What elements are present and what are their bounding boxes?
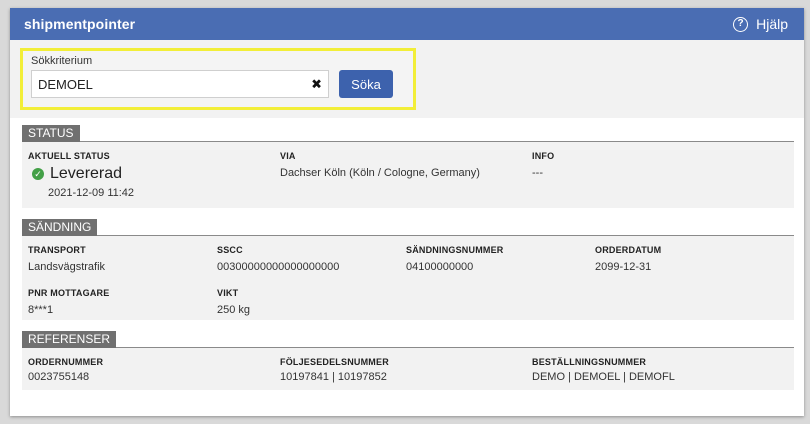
shipment-field: VIKT 250 kg: [217, 288, 406, 317]
references-section: REFERENSER ORDERNUMMER 0023755148 FÖLJES…: [22, 330, 794, 390]
shipment-field-label: VIKT: [217, 287, 239, 298]
current-status-date: 2021-12-09 11:42: [48, 187, 135, 199]
search-button[interactable]: Söka: [339, 70, 393, 98]
status-section-title: STATUS: [22, 125, 80, 142]
brand-logo: shipmentpointer: [24, 16, 136, 32]
search-label: Sökkriterium: [31, 55, 93, 67]
shipment-field-label: ORDERDATUM: [595, 245, 662, 255]
shipment-field-label: PNR MOTTAGARE: [28, 287, 110, 298]
shipment-body: TRANSPORT Landsvägstrafik SSCC 003000000…: [22, 236, 794, 320]
via-field: VIA Dachser Köln (Köln / Cologne, German…: [280, 151, 532, 204]
shipment-field-value: 04100000000: [406, 261, 474, 273]
close-icon[interactable]: ✖: [311, 78, 322, 91]
shipment-field: ORDERDATUM 2099-12-31: [595, 245, 788, 274]
references-section-title: REFERENSER: [22, 331, 117, 348]
shipment-field-value: 250 kg: [217, 303, 251, 316]
reference-field: ORDERNUMMER 0023755148: [28, 357, 280, 386]
current-status-value: Levererad: [50, 165, 123, 182]
reference-field-label: ORDERNUMMER: [28, 357, 104, 367]
check-circle-icon: ✓: [32, 168, 44, 180]
app-window: shipmentpointer ? Hjälp Sökkriterium ✖ S…: [10, 8, 804, 416]
question-circle-icon: ?: [733, 16, 749, 32]
app-header: shipmentpointer ? Hjälp: [10, 8, 804, 40]
status-section: STATUS AKTUELL STATUS ✓ Levererad 2021-1…: [22, 124, 794, 208]
current-status-label: AKTUELL STATUS: [28, 151, 110, 161]
reference-field: BESTÄLLNINGSNUMMER DEMO | DEMOEL | DEMOF…: [532, 357, 788, 386]
reference-field-value: 10197841 | 10197852: [280, 371, 387, 383]
search-area: Sökkriterium ✖ Söka: [10, 40, 804, 118]
shipment-field-value: 2099-12-31: [595, 261, 652, 273]
reference-field-label: FÖLJESEDELSNUMMER: [280, 357, 389, 367]
search-input[interactable]: [32, 71, 328, 97]
shipment-field-label: TRANSPORT: [28, 245, 86, 255]
shipment-field-label: SSCC: [217, 245, 243, 255]
shipment-field-value: 00300000000000000000: [217, 261, 340, 273]
via-value: Dachser Köln (Köln / Cologne, Germany): [280, 167, 480, 179]
search-box: Sökkriterium ✖ Söka: [20, 48, 416, 110]
info-field: INFO ---: [532, 151, 788, 204]
reference-field-label: BESTÄLLNINGSNUMMER: [532, 357, 647, 367]
reference-field-value: 0023755148: [28, 371, 90, 383]
shipment-field-value: Landsvägstrafik: [28, 261, 106, 273]
shipment-field: SSCC 00300000000000000000: [217, 245, 406, 274]
status-body: AKTUELL STATUS ✓ Levererad 2021-12-09 11…: [22, 142, 794, 208]
shipment-section: SÄNDNING TRANSPORT Landsvägstrafik SSCC …: [22, 218, 794, 320]
shipment-field: TRANSPORT Landsvägstrafik: [28, 245, 217, 274]
reference-field-value: DEMO | DEMOEL | DEMOFL: [532, 371, 675, 383]
current-status-field: AKTUELL STATUS ✓ Levererad 2021-12-09 11…: [28, 151, 280, 204]
info-label: INFO: [532, 151, 555, 161]
help-label: Hjälp: [756, 16, 788, 32]
shipment-field-value: 8***1: [28, 303, 54, 316]
search-input-wrapper: ✖: [31, 70, 329, 98]
shipment-field-label: SÄNDNINGSNUMMER: [406, 245, 504, 255]
shipment-section-title: SÄNDNING: [22, 219, 98, 236]
info-value: ---: [532, 167, 543, 179]
references-body: ORDERNUMMER 0023755148 FÖLJESEDELSNUMMER…: [22, 348, 794, 390]
help-link[interactable]: ? Hjälp: [733, 16, 788, 32]
via-label: VIA: [280, 151, 296, 161]
shipment-field: PNR MOTTAGARE 8***1: [28, 288, 217, 317]
shipment-field: SÄNDNINGSNUMMER 04100000000: [406, 245, 595, 274]
reference-field: FÖLJESEDELSNUMMER 10197841 | 10197852: [280, 357, 532, 386]
